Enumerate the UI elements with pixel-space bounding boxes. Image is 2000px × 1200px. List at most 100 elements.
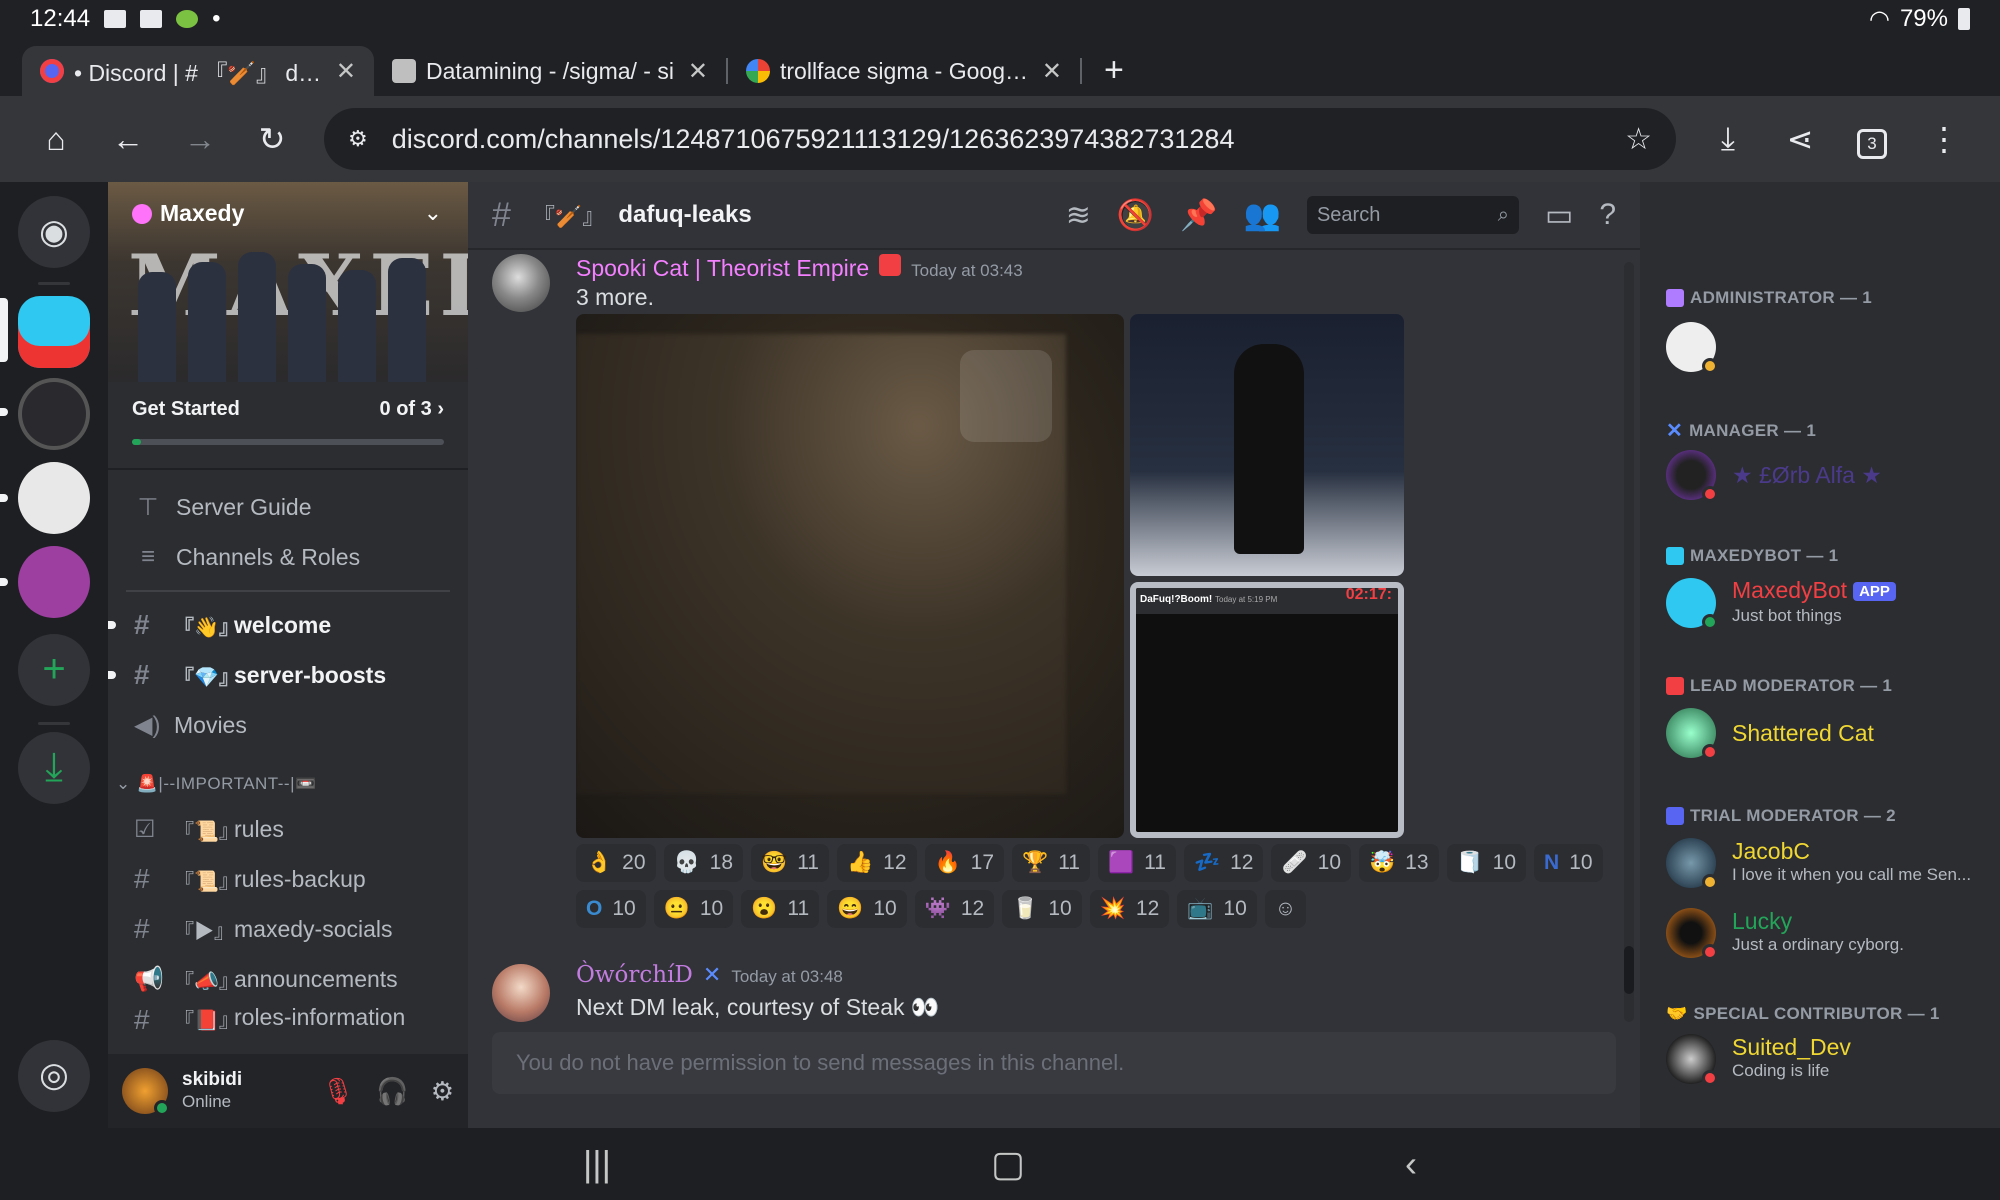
chat-area: # 『🏏』 dafuq-leaks ≋ 🔕 📌 👥 Search ⌕ ▭ ? S… bbox=[468, 182, 1640, 1128]
attachment-image[interactable] bbox=[1130, 314, 1404, 576]
reaction-pill[interactable]: 👍 12 bbox=[837, 844, 917, 882]
reaction-pill[interactable]: 😄 10 bbox=[827, 890, 907, 928]
channel-server-boosts[interactable]: # 『💎』 server-boosts bbox=[108, 650, 468, 700]
add-reaction-button[interactable]: ☺ bbox=[1264, 890, 1307, 928]
search-input[interactable]: Search ⌕ bbox=[1306, 196, 1519, 234]
author-name[interactable]: Spooki Cat | Theorist Empire bbox=[576, 255, 869, 282]
reaction-pill[interactable]: 😮 11 bbox=[741, 890, 820, 928]
reaction-pill[interactable]: 🤯 13 bbox=[1359, 844, 1439, 882]
reaction-pill[interactable]: 🥛 10 bbox=[1002, 890, 1082, 928]
server-anime-icon[interactable] bbox=[18, 546, 90, 618]
reaction-pill[interactable]: 👌 20 bbox=[576, 844, 656, 882]
close-tab-icon[interactable]: ✕ bbox=[1042, 57, 1062, 86]
discord-home-icon[interactable]: ◉ bbox=[18, 196, 90, 268]
attachment-image[interactable] bbox=[576, 314, 1124, 838]
server-tvman-icon[interactable] bbox=[18, 378, 90, 450]
reaction-pill[interactable]: 🟪 11 bbox=[1098, 844, 1176, 882]
member-item[interactable]: JacobC I love it when you call me Sen... bbox=[1666, 838, 1986, 890]
reaction-pill[interactable]: 💤 12 bbox=[1183, 844, 1264, 882]
member-item[interactable]: Lucky Just a ordinary cyborg. bbox=[1666, 908, 1986, 960]
reaction-pill[interactable]: 📺 10 bbox=[1177, 890, 1257, 928]
mute-microphone-icon[interactable]: 🎙 bbox=[321, 1076, 354, 1107]
url-field[interactable]: ⚙ discord.com/channels/12487106759211131… bbox=[324, 108, 1676, 170]
recent-apps-icon[interactable]: ||| bbox=[583, 1143, 611, 1185]
reaction-emoji: 👾 bbox=[924, 897, 951, 920]
download-icon[interactable]: ⤓ bbox=[1692, 120, 1764, 158]
reaction-pill[interactable]: 💀 18 bbox=[663, 844, 744, 882]
home-button-icon[interactable]: ▢ bbox=[991, 1143, 1025, 1185]
inbox-icon[interactable]: ▭ bbox=[1545, 198, 1573, 233]
get-started-panel[interactable]: Get Started 0 of 3 › bbox=[108, 382, 468, 470]
member-item[interactable]: Suited_Dev Coding is life bbox=[1666, 1034, 1986, 1086]
download-apps-icon[interactable]: ⤓ bbox=[18, 732, 90, 804]
author-avatar[interactable] bbox=[492, 964, 550, 1022]
close-tab-icon[interactable]: ✕ bbox=[688, 57, 708, 86]
tab-switcher-button[interactable]: 3 bbox=[1836, 120, 1908, 159]
gear-icon[interactable]: ⚙ bbox=[431, 1076, 454, 1107]
server-sketch-icon[interactable] bbox=[18, 462, 90, 534]
headphones-icon[interactable]: 🎧 bbox=[376, 1076, 408, 1107]
scroll-track[interactable] bbox=[1624, 262, 1634, 1022]
bookmark-star-icon[interactable]: ☆ bbox=[1625, 122, 1652, 157]
close-tab-icon[interactable]: ✕ bbox=[336, 57, 356, 86]
member-item[interactable]: Shattered Cat bbox=[1666, 708, 1986, 760]
discover-icon[interactable]: ◎ bbox=[18, 1040, 90, 1112]
new-tab-button[interactable]: + bbox=[1104, 51, 1124, 90]
server-name-header[interactable]: Maxedy bbox=[132, 200, 244, 227]
reaction-pill[interactable]: 🧻 10 bbox=[1446, 844, 1527, 882]
reaction-pill[interactable]: 👾 12 bbox=[914, 890, 995, 928]
channel-rules-backup[interactable]: # 『📜』 rules-backup bbox=[108, 854, 468, 904]
reaction-pill[interactable]: 🏆 11 bbox=[1012, 844, 1090, 882]
server-maxedy-icon[interactable] bbox=[18, 296, 90, 368]
category-important[interactable]: ⌄ 🚨|--IMPORTANT--|📼 bbox=[108, 764, 468, 804]
member-item[interactable] bbox=[1666, 322, 1986, 374]
browser-tab-google[interactable]: trollface sigma - Google S ✕ bbox=[728, 46, 1080, 96]
author-avatar[interactable] bbox=[492, 254, 550, 312]
reaction-pill[interactable]: 😐 10 bbox=[653, 890, 734, 928]
user-info[interactable]: skibidi Online bbox=[182, 1069, 321, 1113]
channel-movies[interactable]: ◀) Movies bbox=[108, 700, 468, 750]
browser-tab-datamining[interactable]: Datamining - /sigma/ - si ✕ bbox=[374, 46, 726, 96]
reaction-pill[interactable]: 🩹 10 bbox=[1271, 844, 1351, 882]
member-list-icon[interactable]: 👥 bbox=[1244, 198, 1281, 233]
channel-name: roles-information bbox=[234, 1004, 406, 1030]
help-icon[interactable]: ? bbox=[1599, 198, 1616, 232]
channel-announcements[interactable]: 📢 『📣』 announcements bbox=[108, 954, 468, 1004]
back-arrow-icon[interactable]: ← bbox=[92, 121, 164, 158]
notification-bell-muted-icon[interactable]: 🔕 bbox=[1117, 198, 1154, 233]
message[interactable]: ÒwórchíD ✕ Today at 03:48 Next DM leak, … bbox=[492, 962, 1612, 1028]
attachment-image[interactable]: DaFuq!?Boom! Today at 5:19 PM 02:17: bbox=[1130, 582, 1404, 838]
browser-tab-discord[interactable]: • Discord | # 『🏏』 dafuq ✕ bbox=[22, 46, 374, 96]
forward-arrow-icon[interactable]: → bbox=[164, 121, 236, 158]
member-item[interactable]: ★ £Ørb Alfa ★ bbox=[1666, 450, 1986, 502]
kebab-menu-icon[interactable]: ⋮ bbox=[1908, 120, 1980, 158]
reaction-pill[interactable]: 🤓 11 bbox=[751, 844, 829, 882]
reaction-pill[interactable]: O 10 bbox=[576, 890, 646, 928]
server-guide-item[interactable]: ⊤ Server Guide bbox=[108, 482, 468, 532]
home-icon[interactable]: ⌂ bbox=[20, 121, 92, 158]
chevron-down-icon[interactable]: ⌄ bbox=[424, 200, 442, 226]
share-icon[interactable]: ⋖ bbox=[1764, 120, 1836, 158]
channel-maxedy-socials[interactable]: # 『▶』 maxedy-socials bbox=[108, 904, 468, 954]
pin-icon[interactable]: 📌 bbox=[1180, 198, 1217, 233]
reaction-count: 12 bbox=[1230, 851, 1254, 874]
author-name[interactable]: ÒwórchíD bbox=[576, 962, 693, 988]
reaction-pill[interactable]: 🔥 17 bbox=[924, 844, 1005, 882]
channel-welcome[interactable]: # 『👋』 welcome bbox=[108, 600, 468, 650]
channel-rules[interactable]: ☑ 『📜』 rules bbox=[108, 804, 468, 854]
site-settings-icon[interactable]: ⚙ bbox=[348, 126, 368, 152]
channel-roles-information[interactable]: # 『📕』 roles-information bbox=[108, 1004, 468, 1034]
back-button-icon[interactable]: ‹ bbox=[1405, 1143, 1417, 1185]
threads-icon[interactable]: ≋ bbox=[1066, 198, 1091, 233]
channels-roles-item[interactable]: ≡ Channels & Roles bbox=[108, 532, 468, 582]
member-item[interactable]: MaxedyBot APP Just bot things bbox=[1666, 578, 1986, 630]
reaction-pill[interactable]: 💥 12 bbox=[1089, 890, 1170, 928]
add-server-icon[interactable]: + bbox=[18, 634, 90, 706]
server-banner[interactable]: MAXEDY Maxedy ⌄ bbox=[108, 182, 468, 382]
reaction-bar: 👌 20 💀 18 🤓 11 👍 12 🔥 17 🏆 11 🟪 11 💤 12 🩹 10 🤯 13 🧻 10 N 10 O 10 😐… bbox=[576, 844, 1616, 928]
user-avatar[interactable] bbox=[122, 1068, 170, 1116]
reaction-pill[interactable]: N 10 bbox=[1534, 844, 1603, 882]
scrollbar-thumb[interactable] bbox=[1624, 946, 1634, 994]
image-figure bbox=[1234, 344, 1304, 554]
reload-icon[interactable]: ↻ bbox=[236, 120, 308, 158]
